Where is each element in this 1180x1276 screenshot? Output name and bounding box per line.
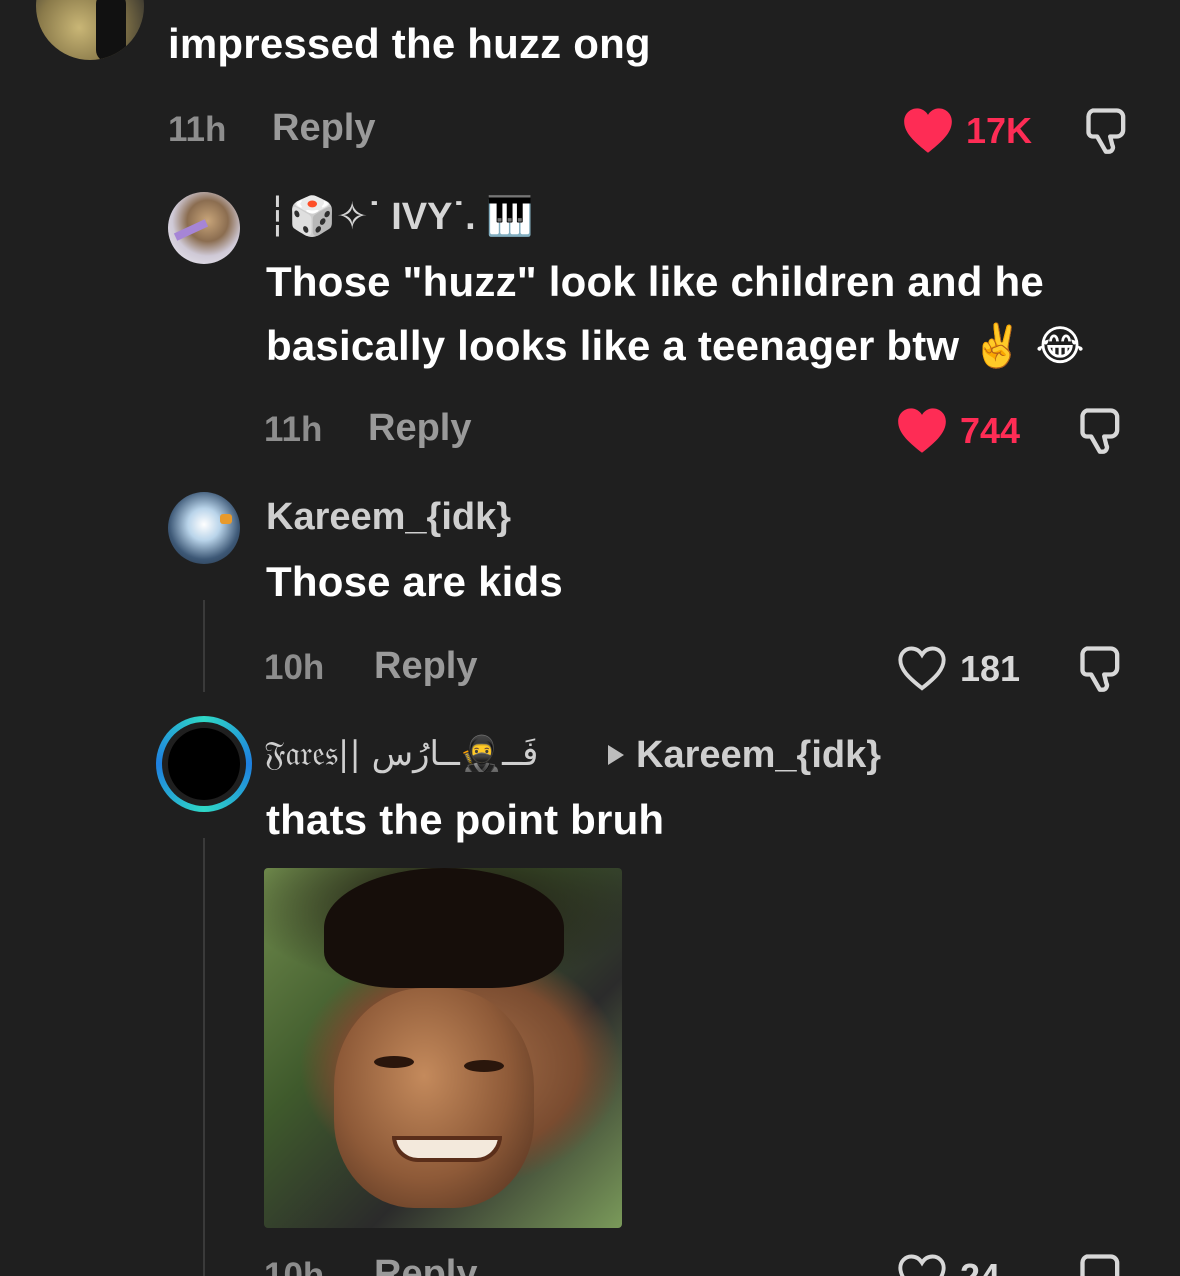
comment-time: 10h xyxy=(264,1256,325,1276)
heart-filled-icon[interactable] xyxy=(896,406,948,454)
thumbs-down-icon[interactable] xyxy=(1076,404,1128,456)
reply-to-username[interactable]: Kareem_{idk} xyxy=(636,734,881,777)
reply-button[interactable]: Reply xyxy=(374,645,477,688)
thread-line xyxy=(203,838,205,1276)
comment-text-line-1: Those "huzz" look like children and he xyxy=(266,258,1044,305)
thumbs-down-icon[interactable] xyxy=(1076,1250,1128,1276)
comment-text: thats the point bruh xyxy=(266,796,665,843)
thumbs-down-icon[interactable] xyxy=(1082,104,1134,156)
avatar-kareem[interactable] xyxy=(168,492,240,564)
avatar-fares[interactable] xyxy=(156,716,252,812)
reply-button[interactable]: Reply xyxy=(374,1253,477,1276)
comment-time: 10h xyxy=(264,648,325,687)
like-count: 181 xyxy=(960,648,1021,689)
comment-text: impressed the huzz ong xyxy=(168,20,651,67)
comment-username[interactable]: Kareem_{idk} xyxy=(266,496,511,539)
comment-time: 11h xyxy=(168,110,227,149)
comment-username[interactable]: ┆🎲✧˙ IVY˙. 🎹 xyxy=(266,194,534,239)
reply-button[interactable]: Reply xyxy=(272,107,375,150)
thumbs-down-icon[interactable] xyxy=(1076,642,1128,694)
attached-photo[interactable] xyxy=(264,868,622,1228)
avatar-ivy[interactable] xyxy=(168,192,240,264)
comment-time: 11h xyxy=(264,410,323,449)
caret-right-icon xyxy=(608,745,624,765)
avatar-comment-1[interactable] xyxy=(36,0,144,60)
comment-text-line-2: basically looks like a teenager btw ✌️ 😂 xyxy=(266,322,1085,369)
heart-filled-icon[interactable] xyxy=(902,106,954,154)
comment-text: Those are kids xyxy=(266,558,563,605)
like-count: 24 xyxy=(960,1256,1000,1276)
reply-button[interactable]: Reply xyxy=(368,407,471,450)
comment-username[interactable]: 𝔉𝔞𝔯𝔢𝔰|| فَــ🥷ــارُس xyxy=(264,734,538,774)
thread-line xyxy=(203,600,205,692)
heart-outline-icon[interactable] xyxy=(896,1252,948,1276)
like-count: 17K xyxy=(966,110,1033,151)
like-count: 744 xyxy=(960,410,1021,451)
heart-outline-icon[interactable] xyxy=(896,644,948,692)
